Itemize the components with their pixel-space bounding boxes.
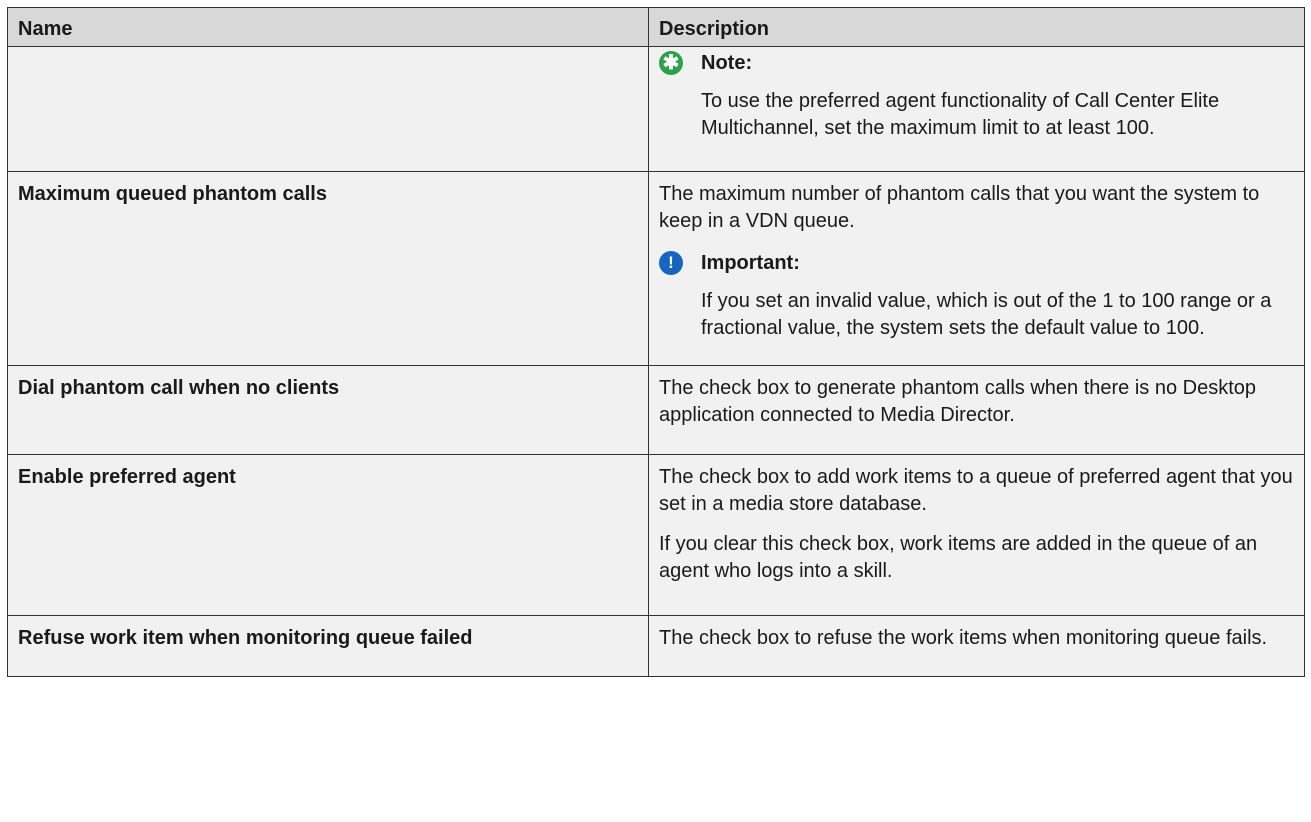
description-paragraph: If you clear this check box, work items …: [659, 533, 1258, 582]
row-name: Enable preferred agent: [7, 454, 649, 616]
important-callout: ! Important: If you set an invalid value…: [659, 248, 1294, 342]
row-description: The check box to add work items to a que…: [648, 454, 1305, 616]
column-header-name: Name: [7, 7, 649, 47]
note-star-icon: ✱: [659, 51, 683, 75]
table-row: ✱ Note: To use the preferred agent funct…: [7, 46, 1305, 172]
important-exclamation-icon: !: [659, 251, 683, 275]
table-row: Maximum queued phantom calls The maximum…: [7, 171, 1305, 366]
description-paragraph: The check box to refuse the work items w…: [659, 627, 1268, 649]
row-name: Maximum queued phantom calls: [7, 171, 649, 366]
column-header-description: Description: [648, 7, 1305, 47]
row-description: ✱ Note: To use the preferred agent funct…: [648, 46, 1305, 172]
description-paragraph: The check box to add work items to a que…: [659, 466, 1293, 515]
important-text: If you set an invalid value, which is ou…: [701, 290, 1272, 339]
table-row: Dial phantom call when no clients The ch…: [7, 365, 1305, 455]
parameter-table: Name Description ✱ Note: To use the pref…: [7, 7, 1305, 677]
row-description: The check box to refuse the work items w…: [648, 615, 1305, 677]
row-description: The check box to generate phantom calls …: [648, 365, 1305, 455]
row-name: Refuse work item when monitoring queue f…: [7, 615, 649, 677]
row-name: [7, 46, 649, 172]
note-callout: ✱ Note: To use the preferred agent funct…: [659, 48, 1294, 142]
table-row: Enable preferred agent The check box to …: [7, 454, 1305, 616]
row-description: The maximum number of phantom calls that…: [648, 171, 1305, 366]
important-label: Important:: [701, 251, 800, 274]
row-name: Dial phantom call when no clients: [7, 365, 649, 455]
note-text: To use the preferred agent functionality…: [701, 90, 1220, 139]
description-paragraph: The maximum number of phantom calls that…: [659, 183, 1260, 232]
table-row: Refuse work item when monitoring queue f…: [7, 615, 1305, 677]
description-paragraph: The check box to generate phantom calls …: [659, 377, 1257, 426]
note-label: Note:: [701, 51, 753, 74]
table-header-row: Name Description: [7, 7, 1305, 47]
